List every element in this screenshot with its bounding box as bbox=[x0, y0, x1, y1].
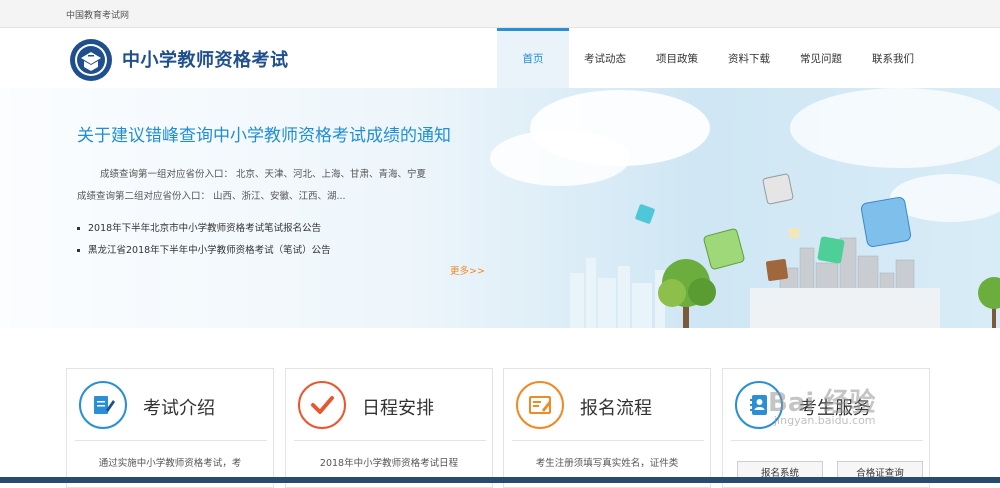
headline-summary-line1: 成绩查询第一组对应省份入口： 北京、天津、河北、上海、甘肃、青海、宁夏 bbox=[100, 169, 427, 180]
bullet-icon bbox=[77, 227, 80, 230]
divider bbox=[294, 440, 486, 441]
card-description: 2018年中小学教师资格考试日程 bbox=[319, 458, 459, 469]
document-edit-icon bbox=[79, 381, 127, 429]
news-item-label[interactable]: 2018年下半年北京市中小学教师资格考试笔试报名公告 bbox=[88, 223, 321, 234]
divider bbox=[512, 440, 704, 441]
site-header: 中小学教师资格考试 首页 考试动态 项目政策 资料下载 常见问题 联系我们 bbox=[0, 28, 1000, 88]
nav-faq[interactable]: 常见问题 bbox=[785, 28, 857, 88]
card-exam-intro[interactable]: 考试介绍 通过实施中小学教师资格考试，考 bbox=[66, 368, 274, 488]
divider bbox=[731, 440, 923, 441]
card-title: 考试介绍 bbox=[143, 398, 215, 419]
news-list: 2018年下半年北京市中小学教师资格考试笔试报名公告 黑龙江省2018年下半年中… bbox=[77, 218, 331, 262]
card-title: 日程安排 bbox=[362, 398, 434, 419]
headline-summary-line2: 成绩查询第二组对应省份入口： 山西、浙江、安徽、江西、湖... bbox=[77, 191, 346, 202]
nav-policy[interactable]: 项目政策 bbox=[641, 28, 713, 88]
news-item[interactable]: 2018年下半年北京市中小学教师资格考试笔试报名公告 bbox=[77, 218, 331, 240]
card-title: 报名流程 bbox=[580, 398, 652, 419]
divider bbox=[75, 440, 267, 441]
hero-banner: 关于建议错峰查询中小学教师资格考试成绩的通知 成绩查询第一组对应省份入口： 北京… bbox=[0, 88, 1000, 328]
main-nav: 首页 考试动态 项目政策 资料下载 常见问题 联系我们 bbox=[497, 28, 929, 88]
nav-home[interactable]: 首页 bbox=[497, 28, 569, 88]
card-schedule[interactable]: 日程安排 2018年中小学教师资格考试日程 bbox=[285, 368, 493, 488]
form-pencil-icon bbox=[516, 381, 564, 429]
card-description: 通过实施中小学教师资格考试，考 bbox=[98, 458, 242, 469]
os-taskbar bbox=[0, 477, 1000, 483]
city-illustration bbox=[490, 88, 1000, 328]
checkmark-icon bbox=[298, 381, 346, 429]
watermark-url: jingyan.baidu.com bbox=[774, 414, 876, 427]
top-bar: 中国教育考试网 bbox=[0, 0, 1000, 28]
news-item[interactable]: 黑龙江省2018年下半年中小学教师资格考试（笔试）公告 bbox=[77, 240, 331, 262]
site-title[interactable]: 中小学教师资格考试 bbox=[122, 46, 289, 72]
headline-link[interactable]: 关于建议错峰查询中小学教师资格考试成绩的通知 bbox=[77, 121, 451, 146]
bullet-icon bbox=[77, 249, 80, 252]
neea-link[interactable]: 中国教育考试网 bbox=[66, 8, 129, 21]
news-item-label[interactable]: 黑龙江省2018年下半年中小学教师资格考试（笔试）公告 bbox=[88, 245, 331, 256]
nav-downloads[interactable]: 资料下载 bbox=[713, 28, 785, 88]
card-description: 考生注册须填写真实姓名，证件类 bbox=[535, 458, 679, 469]
nav-contact[interactable]: 联系我们 bbox=[857, 28, 929, 88]
nav-exam-news[interactable]: 考试动态 bbox=[569, 28, 641, 88]
site-logo-icon[interactable] bbox=[69, 38, 113, 82]
card-registration[interactable]: 报名流程 考生注册须填写真实姓名，证件类 bbox=[503, 368, 711, 488]
